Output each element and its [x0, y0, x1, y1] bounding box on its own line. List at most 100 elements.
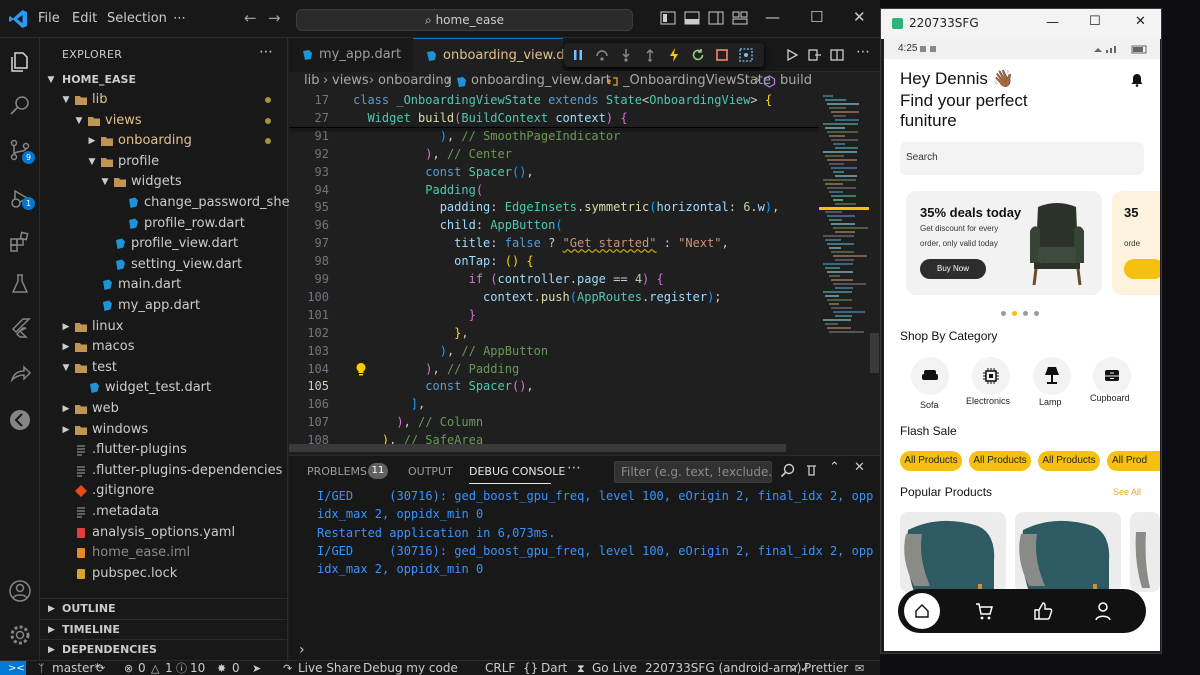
tree-item[interactable]: analysis_options.yaml — [40, 523, 287, 543]
notifications-bell-icon[interactable]: ✉ — [855, 661, 864, 675]
tab-output[interactable]: OUTPUT — [408, 465, 453, 478]
extensions-icon[interactable] — [8, 230, 32, 254]
prettier-status[interactable]: Prettier — [804, 661, 848, 675]
copilot-icon[interactable] — [660, 11, 676, 25]
emulator-maximize-icon[interactable]: ☐ — [1089, 14, 1101, 29]
lightbulb-icon[interactable] — [354, 362, 368, 376]
tree-item[interactable]: profile_view.dart — [40, 234, 287, 254]
section-dependencies[interactable]: ▶ DEPENDENCIES — [40, 639, 287, 659]
tree-item[interactable]: .metadata — [40, 502, 287, 522]
command-center-search[interactable]: ⌕ home_ease — [296, 9, 633, 31]
product-card[interactable] — [1015, 512, 1121, 592]
menu-selection[interactable]: Selection — [107, 11, 167, 26]
back-arrow-icon[interactable]: ← — [244, 9, 257, 27]
tree-item[interactable]: ▶ macos — [40, 337, 287, 357]
tree-item[interactable]: .flutter-plugins — [40, 440, 287, 460]
category-lamp[interactable] — [1033, 357, 1071, 395]
see-all-link[interactable]: See All — [1113, 487, 1141, 497]
sync-icon[interactable]: ⟳ — [96, 661, 105, 675]
account-icon[interactable] — [8, 579, 32, 603]
breadcrumb-item[interactable]: build — [780, 73, 812, 88]
promo-card-next[interactable]: 35 orde — [1112, 191, 1160, 295]
ports-count[interactable]: 0 — [232, 661, 240, 675]
step-out-icon[interactable] — [642, 47, 658, 63]
device-status[interactable]: 220733SFG (android-arm) — [645, 661, 801, 675]
tree-item[interactable]: home_ease.iml — [40, 543, 287, 563]
editor-more-icon[interactable]: ⋯ — [856, 44, 870, 60]
warning-count[interactable]: 1 — [165, 661, 173, 675]
hot-reload-icon[interactable] — [666, 47, 682, 63]
tree-item[interactable]: ▼ widgets — [40, 172, 287, 192]
promo-peek-button[interactable] — [1124, 259, 1160, 279]
search-input[interactable]: Search — [900, 142, 1144, 175]
branch-name[interactable]: master* — [52, 661, 100, 675]
category-sofa[interactable] — [911, 357, 949, 395]
tree-item[interactable]: profile_row.dart — [40, 214, 287, 234]
live-share-icon[interactable] — [8, 362, 32, 386]
remote-indicator[interactable]: >< — [0, 661, 26, 675]
restart-icon[interactable] — [690, 47, 706, 63]
like-icon[interactable] — [1033, 601, 1053, 621]
go-live-status[interactable]: Go Live — [592, 661, 637, 675]
info-count[interactable]: 10 — [190, 661, 205, 675]
breadcrumb-item[interactable]: lib — [304, 73, 319, 88]
maximize-panel-icon[interactable]: ⌃ — [829, 460, 840, 475]
breadcrumb-item[interactable]: onboarding — [378, 73, 452, 88]
tree-item[interactable]: ▼ profile — [40, 152, 287, 172]
promo-card[interactable]: 35% deals today Get discount for every o… — [906, 191, 1102, 295]
language-status[interactable]: Dart — [541, 661, 567, 675]
panel-more-icon[interactable]: ⋯ — [567, 460, 581, 476]
tab-my-app[interactable]: my_app.dart — [289, 38, 413, 72]
project-root[interactable]: ▼ HOME_EASE — [40, 70, 287, 90]
live-share-status[interactable]: Live Share — [298, 661, 361, 675]
devtools-inspect-icon[interactable] — [738, 47, 754, 63]
clear-console-icon[interactable] — [804, 463, 819, 478]
flash-chip[interactable]: All Products — [1038, 451, 1100, 471]
step-over-icon[interactable] — [594, 47, 610, 63]
flash-chip[interactable]: All Prod — [1107, 451, 1160, 471]
tree-item[interactable]: main.dart — [40, 275, 287, 295]
explorer-more-icon[interactable]: ⋯ — [259, 44, 273, 60]
tree-item[interactable]: .flutter-plugins-dependencies — [40, 461, 287, 481]
tab-debug-console[interactable]: DEBUG CONSOLE — [469, 465, 565, 478]
split-editor-icon[interactable] — [830, 48, 844, 62]
find-icon[interactable] — [780, 463, 795, 478]
maximize-icon[interactable]: ☐ — [810, 8, 823, 26]
tree-item[interactable]: ▶ onboarding — [40, 131, 287, 151]
debug-session-icon[interactable]: ➤ — [252, 661, 261, 675]
tree-item[interactable]: ▼ lib — [40, 90, 287, 110]
flash-chip[interactable]: All Products — [900, 451, 962, 471]
tree-item[interactable]: my_app.dart — [40, 296, 287, 316]
product-card[interactable] — [900, 512, 1006, 592]
breadcrumb-item[interactable]: _OnboardingViewState — [623, 73, 771, 88]
minimize-icon[interactable]: — — [765, 8, 780, 26]
section-outline[interactable]: ▶ OUTLINE — [40, 598, 287, 618]
breadcrumb-item[interactable]: views — [332, 73, 369, 88]
close-icon[interactable]: ✕ — [853, 8, 866, 26]
profile-icon[interactable] — [1093, 601, 1113, 621]
tab-onboarding-view[interactable]: onboarding_view.d — [413, 38, 564, 72]
horizontal-scrollbar[interactable] — [289, 444, 786, 452]
error-count[interactable]: 0 — [138, 661, 146, 675]
toggle-secondary-sidebar-icon[interactable] — [708, 11, 724, 25]
section-timeline[interactable]: ▶ TIMELINE — [40, 619, 287, 639]
cart-icon[interactable] — [974, 601, 994, 621]
console-filter-input[interactable]: Filter (e.g. text, !exclude... — [614, 461, 772, 483]
settings-gear-icon[interactable] — [8, 623, 32, 647]
customize-layout-icon[interactable] — [732, 11, 748, 25]
tab-problems[interactable]: PROBLEMS — [307, 465, 367, 478]
menu-file[interactable]: File — [38, 11, 60, 26]
editor-scrollbar[interactable] — [870, 333, 879, 373]
buy-now-button[interactable]: Buy Now — [920, 259, 986, 279]
menu-edit[interactable]: Edit — [72, 11, 97, 26]
testing-icon[interactable] — [8, 272, 32, 296]
flutter-icon[interactable] — [8, 316, 32, 340]
tree-item[interactable]: pubspec.lock — [40, 564, 287, 584]
notification-bell-icon[interactable] — [1130, 73, 1144, 87]
code-editor[interactable]: 17 class _OnboardingViewState extends Sta… — [289, 91, 819, 453]
stop-icon[interactable] — [714, 47, 730, 63]
emulator-minimize-icon[interactable]: — — [1046, 15, 1059, 30]
console-prompt-icon[interactable]: › — [299, 642, 305, 658]
product-card[interactable] — [1130, 512, 1160, 592]
debug-mode-status[interactable]: Debug my code — [363, 661, 458, 675]
